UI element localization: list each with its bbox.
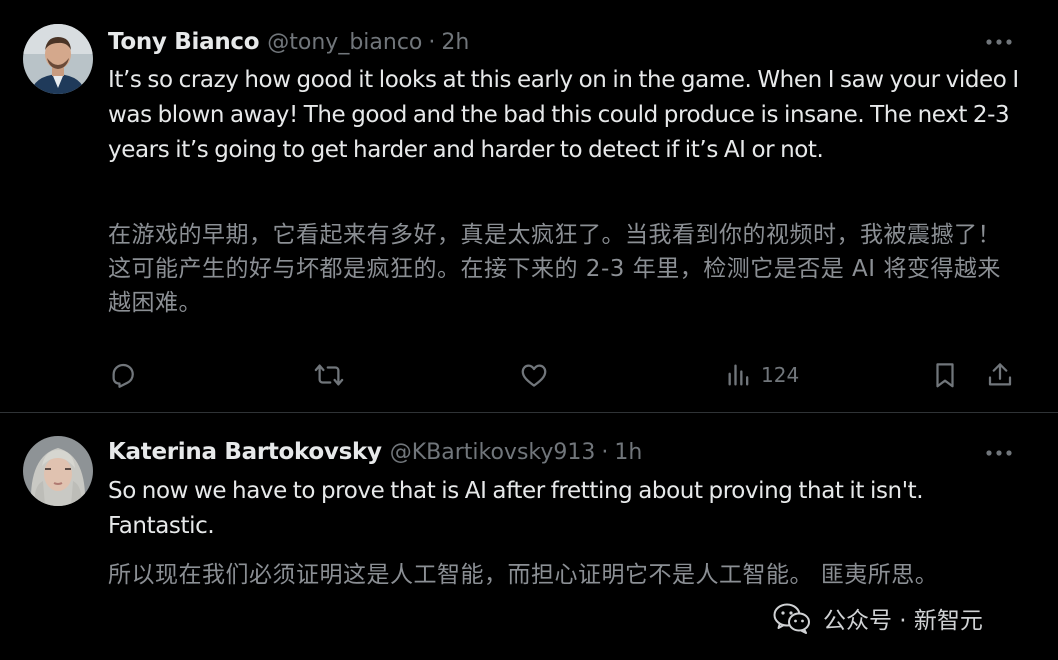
avatar[interactable] xyxy=(23,24,93,94)
share-icon xyxy=(988,363,1012,386)
bar-chart-icon xyxy=(728,364,749,386)
reply-icon xyxy=(112,363,134,388)
more-options-icon[interactable] xyxy=(984,438,1014,468)
views-button[interactable]: 124 xyxy=(725,359,799,391)
heart-icon xyxy=(521,364,547,387)
like-button[interactable] xyxy=(519,359,549,391)
tweet-header: Tony Bianco @tony_bianco · 2h xyxy=(108,27,469,57)
wechat-icon xyxy=(773,603,810,634)
user-handle[interactable]: @KBartikovsky913 xyxy=(390,440,596,465)
tweet-text: It’s so crazy how good it looks at this … xyxy=(108,67,1019,163)
watermark: 公众号 · 新智元 xyxy=(773,600,983,636)
separator-dot: · xyxy=(428,29,436,55)
bookmark-button[interactable] xyxy=(930,359,960,391)
retweet-icon xyxy=(314,364,344,386)
share-button[interactable] xyxy=(985,359,1015,391)
timestamp[interactable]: 2h xyxy=(441,30,469,55)
tweet-translation: 在游戏的早期，它看起来有多好，真是太疯狂了。当我看到你的视频时，我被震撼了！这可… xyxy=(108,222,1001,316)
views-count: 124 xyxy=(761,363,800,387)
user-handle[interactable]: @tony_bianco xyxy=(267,30,422,55)
tweet-translation: 所以现在我们必须证明这是人工智能，而担心证明它不是人工智能。 匪夷所思。 xyxy=(108,562,939,588)
separator-dot: · xyxy=(601,439,609,465)
timestamp[interactable]: 1h xyxy=(614,440,642,465)
display-name[interactable]: Katerina Bartokovsky xyxy=(108,439,382,465)
tweet-actions: 124 xyxy=(0,355,1058,395)
tweet-text: So now we have to prove that is AI after… xyxy=(108,478,924,539)
tweet[interactable]: Tony Bianco @tony_bianco · 2h It’s so cr… xyxy=(0,0,1058,412)
tweet-header: Katerina Bartokovsky @KBartikovsky913 · … xyxy=(108,437,642,467)
more-options-icon[interactable] xyxy=(984,27,1014,57)
avatar[interactable] xyxy=(23,436,93,506)
watermark-text: 公众号 · 新智元 xyxy=(823,608,983,634)
bookmark-icon xyxy=(936,363,954,388)
display-name[interactable]: Tony Bianco xyxy=(108,29,260,55)
retweet-button[interactable] xyxy=(313,359,345,391)
reply-button[interactable] xyxy=(108,359,138,391)
